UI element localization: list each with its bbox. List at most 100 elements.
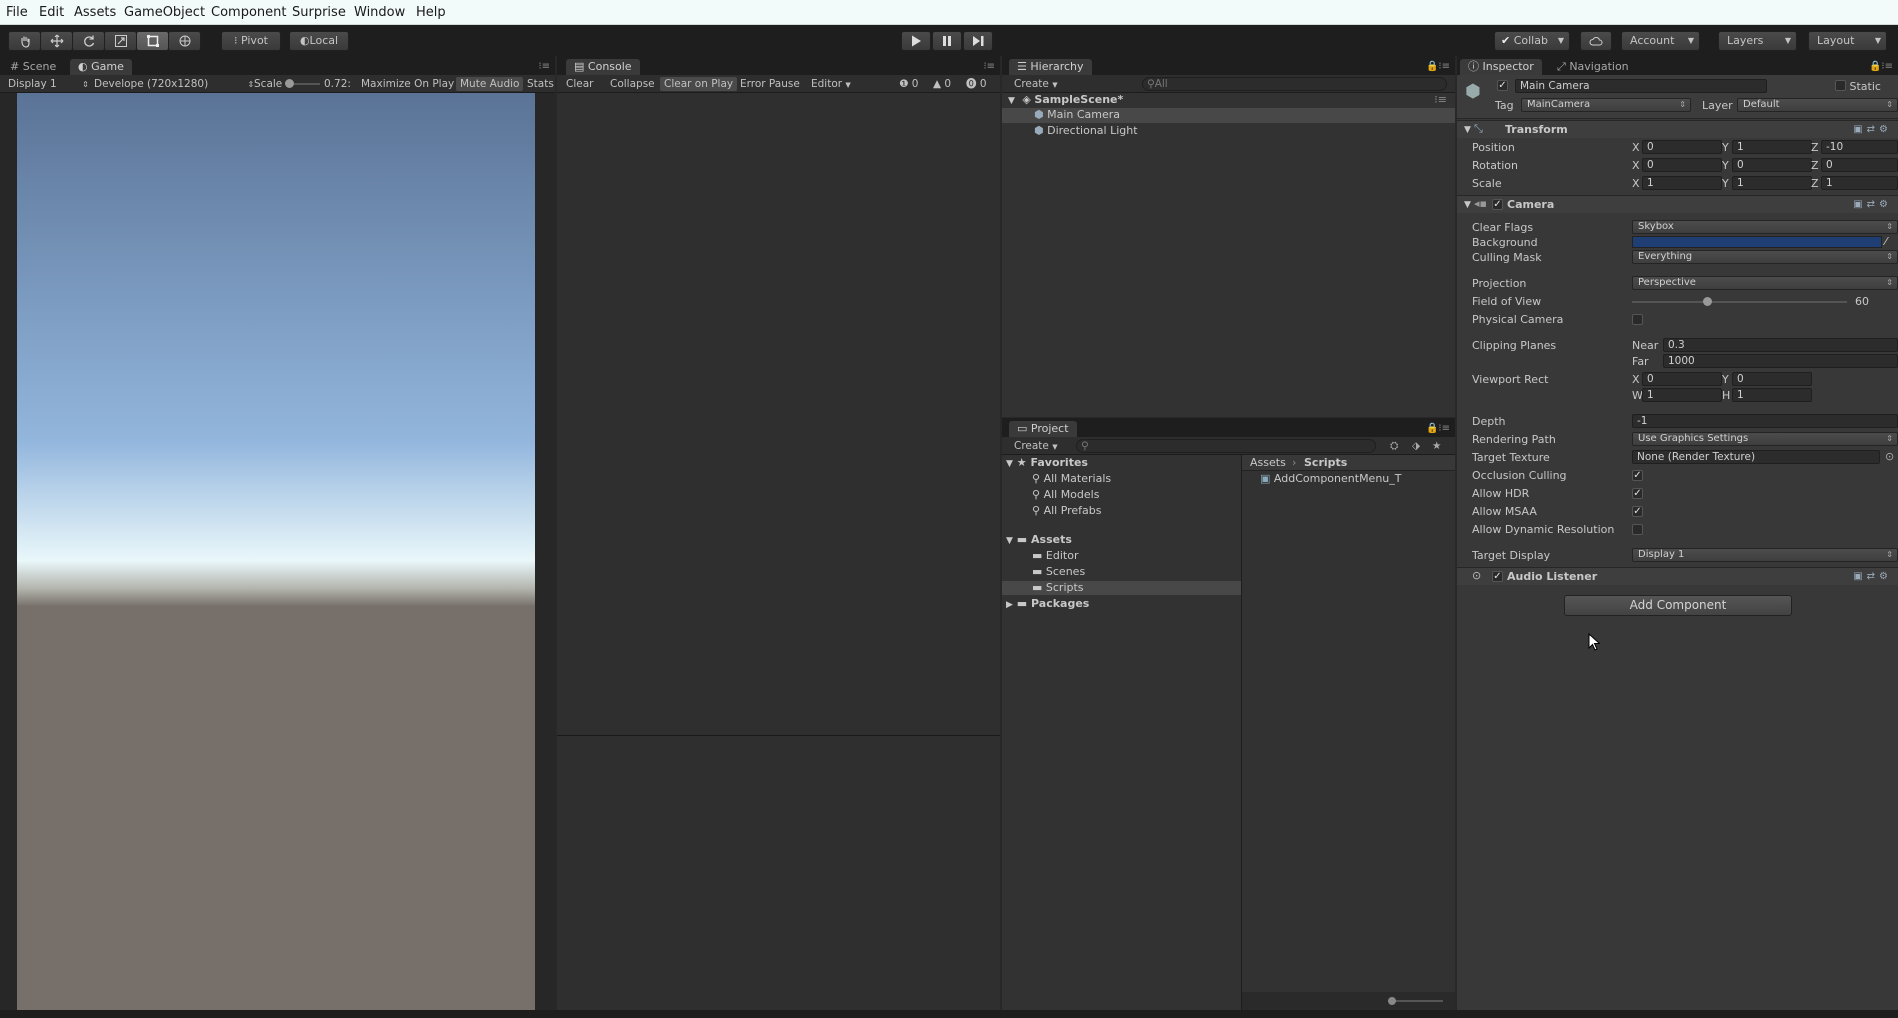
audio-listener-header[interactable]: ⊙ ✓ Audio Listener ▣⇄⚙ [1457, 567, 1898, 585]
transform-z-input[interactable]: -10 [1821, 140, 1898, 154]
folder-item-selected[interactable]: ▬ Scripts [1002, 581, 1241, 595]
menu-edit[interactable]: Edit [39, 5, 64, 20]
console-divider[interactable] [557, 735, 1000, 736]
panel-menu-icon[interactable]: ⁝≡ [538, 61, 550, 72]
allow-hdr-checkbox[interactable]: ✓ [1632, 488, 1643, 499]
mute-audio-toggle[interactable]: Mute Audio [456, 77, 524, 91]
assets-row[interactable]: ▼ ▬ Assets [1006, 533, 1072, 548]
folder-item[interactable]: ▬ Editor [1032, 549, 1078, 563]
tag-dropdown[interactable]: MainCamera ⇕ [1521, 98, 1691, 112]
console-clear-on-play-toggle[interactable]: Clear on Play [660, 77, 738, 91]
occlusion-culling-checkbox[interactable]: ✓ [1632, 470, 1643, 481]
cloud-button[interactable] [1580, 31, 1612, 51]
menu-gameobject[interactable]: GameObject [124, 5, 205, 20]
active-checkbox[interactable]: ✓ [1497, 80, 1508, 91]
icon-size-slider-thumb[interactable] [1388, 997, 1396, 1005]
scene-row[interactable]: ▼ ◈ SampleScene* ⁝≡ [1002, 93, 1455, 108]
breadcrumb-assets[interactable]: Assets [1250, 456, 1286, 470]
rendering-path-dropdown[interactable]: Use Graphics Settings ⇕ [1632, 432, 1898, 446]
culling-mask-dropdown[interactable]: Everything ⇕ [1632, 250, 1898, 264]
favorite-item[interactable]: ⚲ All Prefabs [1032, 504, 1102, 518]
folder-item[interactable]: ▬ Scenes [1032, 565, 1085, 579]
maximize-on-play-toggle[interactable]: Maximize On Play [361, 77, 454, 91]
rotate-tool-button[interactable] [72, 31, 105, 51]
scale-slider-thumb[interactable] [285, 79, 294, 88]
favorite-item[interactable]: ⚲ All Materials [1032, 472, 1111, 486]
rect-tool-button[interactable] [136, 31, 169, 51]
pivot-toggle[interactable]: ⁝ Pivot [221, 31, 281, 51]
menu-window[interactable]: Window [354, 5, 405, 20]
component-header-icons[interactable]: ▣⇄⚙ [1853, 199, 1892, 210]
error-count-toggle[interactable]: ⓿ 0 [966, 77, 987, 91]
console-clear-button[interactable]: Clear [566, 77, 593, 91]
transform-z-input[interactable]: 1 [1821, 176, 1898, 190]
transform-x-input[interactable]: 0 [1642, 140, 1722, 154]
depth-input[interactable]: -1 [1632, 414, 1898, 428]
allow-msaa-checkbox[interactable]: ✓ [1632, 506, 1643, 517]
hierarchy-item-main-camera[interactable]: ⬢ Main Camera [1002, 108, 1455, 123]
add-component-button[interactable]: Add Component [1564, 595, 1792, 616]
clear-flags-dropdown[interactable]: Skybox ⇕ [1632, 220, 1898, 234]
scale-tool-button[interactable] [104, 31, 137, 51]
object-name-input[interactable]: Main Camera [1515, 79, 1767, 93]
layers-dropdown[interactable]: Layers ▼ [1718, 31, 1797, 51]
game-viewport[interactable] [17, 93, 535, 1010]
collab-dropdown[interactable]: ✔ Collab ▼ [1494, 31, 1570, 51]
background-color-field[interactable] [1632, 236, 1882, 248]
menu-surprise[interactable]: Surprise [292, 5, 346, 20]
transform-z-input[interactable]: 0 [1821, 158, 1898, 172]
viewport-w-input[interactable]: 1 [1642, 388, 1722, 402]
transform-y-input[interactable]: 0 [1732, 158, 1812, 172]
scale-slider[interactable] [285, 79, 320, 88]
panel-menu-icon[interactable]: ⁝≡ [983, 61, 995, 72]
viewport-x-input[interactable]: 0 [1642, 372, 1722, 386]
transform-y-input[interactable]: 1 [1732, 176, 1812, 190]
stats-toggle[interactable]: Stats [527, 77, 554, 91]
file-item[interactable]: ▣ AddComponentMenu_T [1260, 472, 1402, 486]
tab-project[interactable]: ▭ Project [1009, 421, 1077, 437]
transform-y-input[interactable]: 1 [1732, 140, 1812, 154]
scene-menu-icon[interactable]: ⁝≡ [1434, 93, 1447, 107]
hierarchy-item-directional-light[interactable]: ⬢ Directional Light [1002, 124, 1455, 139]
viewport-h-input[interactable]: 1 [1732, 388, 1812, 402]
favorite-item[interactable]: ⚲ All Models [1032, 488, 1099, 502]
tab-hierarchy[interactable]: ☰ Hierarchy [1009, 59, 1092, 75]
label-icon[interactable]: ⬗ [1412, 439, 1420, 453]
console-collapse-toggle[interactable]: Collapse [610, 77, 655, 91]
transform-tool-button[interactable] [168, 31, 201, 51]
target-texture-field[interactable]: None (Render Texture) [1632, 450, 1880, 464]
hand-tool-button[interactable] [8, 31, 41, 51]
panel-menu-icon[interactable]: 🔒⁝≡ [1426, 423, 1450, 434]
viewport-y-input[interactable]: 0 [1732, 372, 1812, 386]
tab-console[interactable]: ▤ Console [566, 59, 640, 75]
star-icon[interactable]: ★ [1432, 439, 1441, 453]
project-create-dropdown[interactable]: Create ▼ [1014, 439, 1058, 454]
panel-menu-icon[interactable]: 🔒⁝≡ [1869, 61, 1893, 72]
project-split-divider[interactable] [1241, 455, 1242, 1010]
hierarchy-create-dropdown[interactable]: Create ▼ [1014, 77, 1058, 92]
tab-scene[interactable]: # Scene [2, 59, 64, 75]
transform-header[interactable]: ▼ ⤡ Transform ▣⇄⚙ [1457, 120, 1898, 138]
console-error-pause-toggle[interactable]: Error Pause [740, 77, 800, 91]
layout-dropdown[interactable]: Layout ▼ [1808, 31, 1887, 51]
favorites-row[interactable]: ▼ ★ Favorites [1006, 456, 1088, 471]
search-by-type-icon[interactable]: ⛭ [1390, 439, 1398, 453]
far-input[interactable]: 1000 [1663, 354, 1898, 368]
allow-dynamic-resolution-checkbox[interactable] [1632, 524, 1643, 535]
fov-slider[interactable] [1632, 297, 1847, 306]
audio-listener-enabled-checkbox[interactable]: ✓ [1492, 571, 1503, 582]
eyedropper-icon[interactable]: ⁄ [1885, 235, 1887, 249]
hierarchy-search-input[interactable]: ⚲All [1142, 77, 1447, 91]
menu-assets[interactable]: Assets [74, 5, 116, 20]
tab-game[interactable]: ◐ Game [70, 59, 132, 75]
move-tool-button[interactable] [40, 31, 73, 51]
warning-count-toggle[interactable]: ▲ 0 [933, 77, 951, 91]
menu-help[interactable]: Help [416, 5, 446, 20]
projection-dropdown[interactable]: Perspective ⇕ [1632, 276, 1898, 290]
menu-component[interactable]: Component [211, 5, 286, 20]
object-picker-icon[interactable]: ⊙ [1885, 450, 1894, 464]
fov-value[interactable]: 60 [1855, 295, 1869, 309]
component-header-icons[interactable]: ▣⇄⚙ [1853, 124, 1892, 135]
tab-navigation[interactable]: ⤢ Navigation [1549, 59, 1637, 75]
camera-enabled-checkbox[interactable]: ✓ [1492, 199, 1503, 210]
